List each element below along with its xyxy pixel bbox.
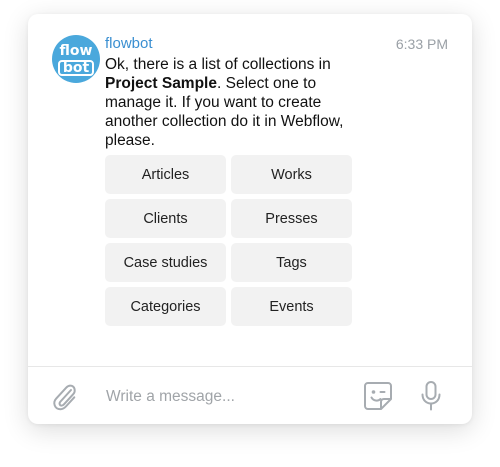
message-text-part1: Ok, there is a list of collections in	[105, 56, 331, 73]
microphone-icon[interactable]	[420, 380, 442, 412]
collection-button-case-studies[interactable]: Case studies	[105, 243, 226, 282]
collection-button-events[interactable]: Events	[231, 287, 352, 326]
collection-button-works[interactable]: Works	[231, 155, 352, 194]
paperclip-icon[interactable]	[50, 381, 78, 411]
chat-card: flow bot flowbot 6:33 PM Ok, there is a …	[28, 14, 472, 424]
collection-button-tags[interactable]: Tags	[231, 243, 352, 282]
message-text: Ok, there is a list of collections in Pr…	[105, 55, 375, 150]
sticker-icon[interactable]	[362, 380, 394, 412]
avatar-text-bot: bot	[57, 59, 95, 76]
bot-avatar: flow bot	[52, 35, 100, 83]
composer-divider	[28, 366, 472, 367]
avatar-text-flow: flow	[59, 42, 93, 59]
message-time: 6:33 PM	[395, 36, 448, 52]
collection-button-presses[interactable]: Presses	[231, 199, 352, 238]
collection-button-clients[interactable]: Clients	[105, 199, 226, 238]
sender-name[interactable]: flowbot	[105, 35, 153, 52]
project-name: Project Sample	[105, 75, 217, 92]
message-input[interactable]	[106, 386, 356, 408]
inline-keyboard: Articles Works Clients Presses Case stud…	[105, 155, 355, 326]
collection-button-categories[interactable]: Categories	[105, 287, 226, 326]
collection-button-articles[interactable]: Articles	[105, 155, 226, 194]
